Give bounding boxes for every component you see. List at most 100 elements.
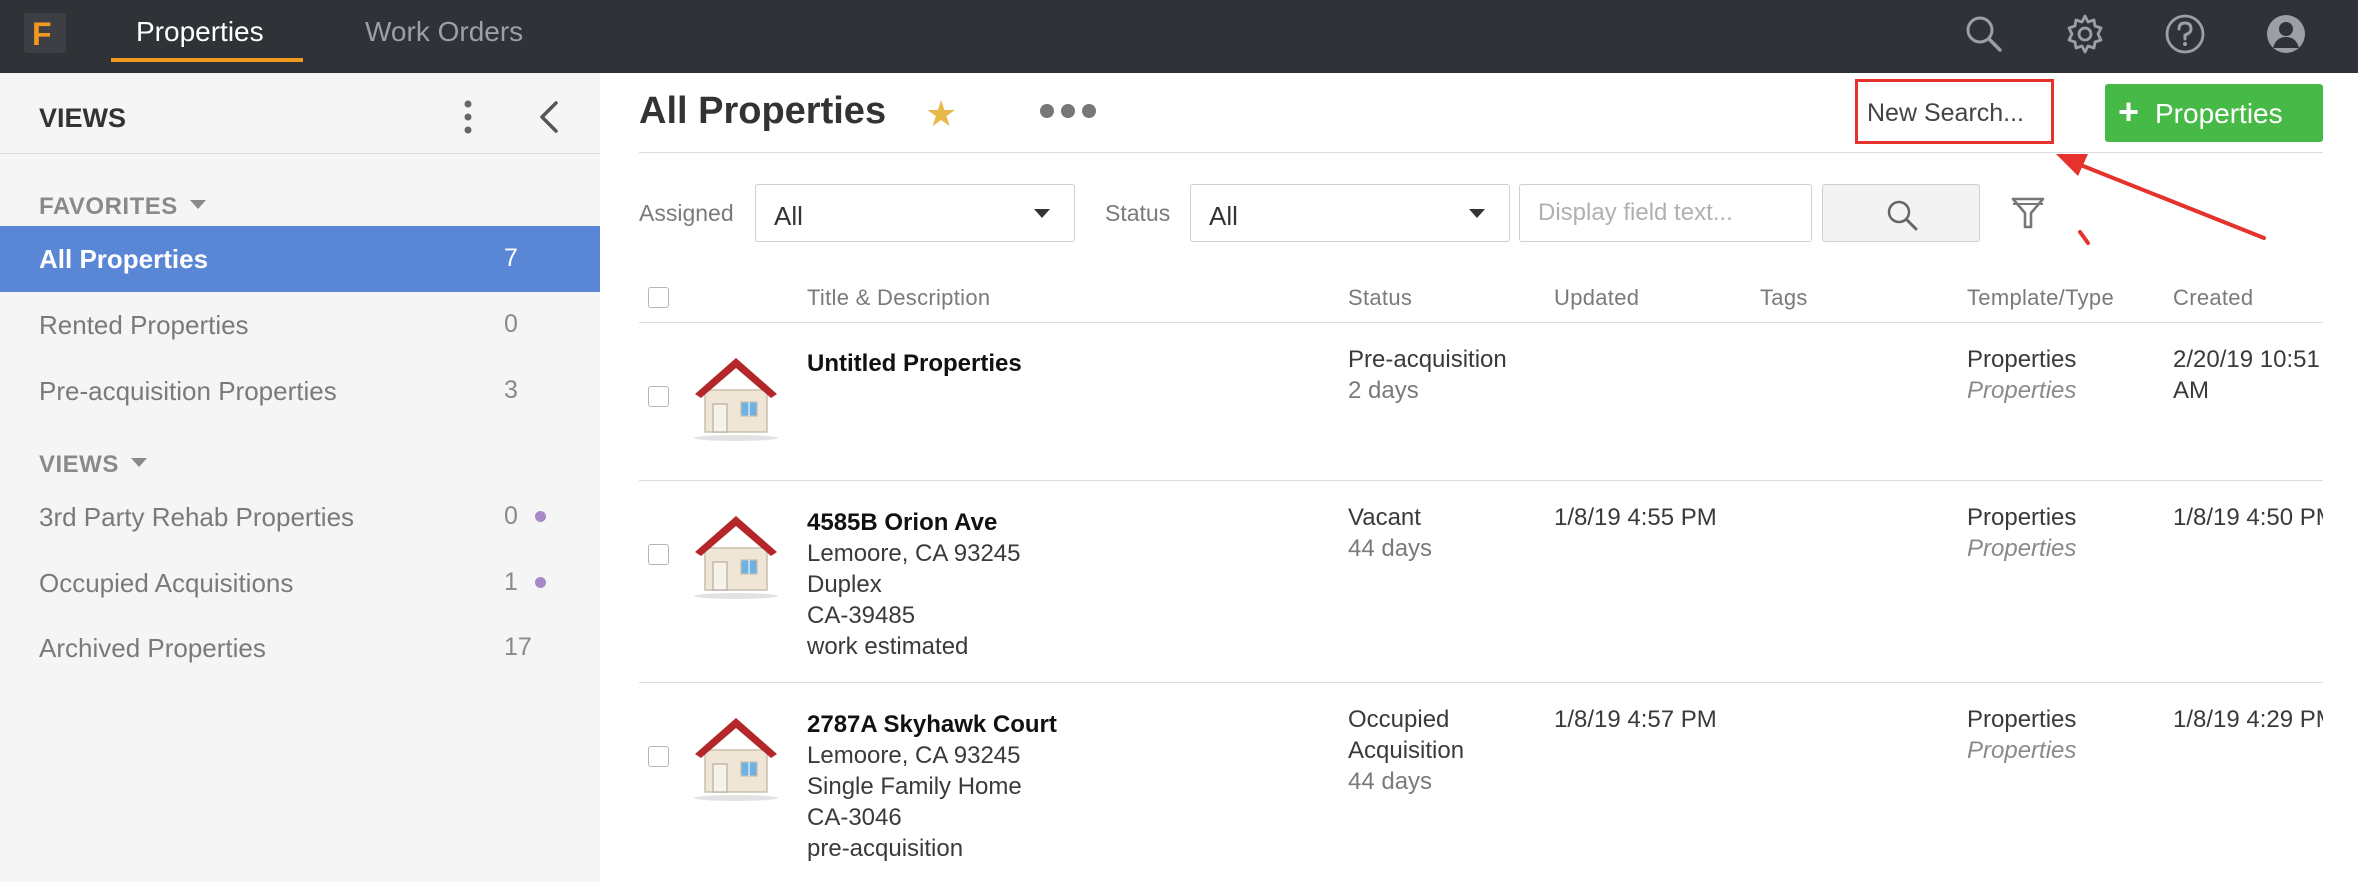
row-desc-line: Single Family Home <box>807 773 1022 800</box>
favorite-star-icon[interactable]: ★ <box>925 93 957 135</box>
status-text: Pre-acquisition <box>1348 346 1507 373</box>
more-options-icon[interactable] <box>1040 104 1106 124</box>
house-icon <box>694 358 778 441</box>
house-icon <box>694 516 778 599</box>
active-tab-underline <box>111 58 303 62</box>
sidebar-item-3rd-party-rehab[interactable]: 3rd Party Rehab Properties 0 <box>0 484 600 550</box>
sidebar-item-count: 7 <box>504 244 518 272</box>
sidebar-item-count: 17 <box>504 633 532 661</box>
row-title[interactable]: 2787A Skyhawk Court <box>807 709 1057 740</box>
vertical-more-icon[interactable] <box>458 95 478 139</box>
status-label: Status <box>1105 200 1171 226</box>
row-created-cell: 1/8/19 4:50 PM <box>2173 504 2323 531</box>
row-title-cell[interactable]: Untitled Properties <box>807 348 1022 379</box>
user-avatar-icon[interactable] <box>2264 12 2308 56</box>
row-title-cell[interactable]: 2787A Skyhawk Court Lemoore, CA 93245 Si… <box>807 709 1057 864</box>
sidebar-item-archived-properties[interactable]: Archived Properties 17 <box>0 615 600 681</box>
sidebar-item-label: Occupied Acquisitions <box>39 568 294 598</box>
new-search-button[interactable]: New Search... <box>1855 79 2054 144</box>
sidebar-item-count: 0 <box>504 502 518 530</box>
help-icon[interactable] <box>2163 12 2207 56</box>
tab-work-orders[interactable]: Work Orders <box>365 16 523 48</box>
add-button-label: Properties <box>2155 98 2283 129</box>
row-desc-line: Lemoore, CA 93245 <box>807 540 1021 567</box>
sidebar-item-label: Pre-acquisition Properties <box>39 376 337 406</box>
sidebar-item-all-properties[interactable]: All Properties 7 <box>0 226 600 292</box>
sidebar-item-count: 0 <box>504 310 518 338</box>
collapse-sidebar-icon[interactable] <box>532 99 568 135</box>
column-title-description[interactable]: Title & Description <box>807 285 990 311</box>
row-checkbox[interactable] <box>648 544 669 565</box>
sidebar: VIEWS FAVORITES All Properties 7 Rented … <box>0 73 600 882</box>
row-desc-line: Lemoore, CA 93245 <box>807 742 1021 769</box>
favorites-section-header[interactable]: FAVORITES <box>39 193 206 221</box>
plus-icon: + <box>2118 91 2140 132</box>
column-created[interactable]: Created <box>2173 285 2253 311</box>
search-icon <box>1887 200 1918 231</box>
sidebar-item-pre-acquisition-properties[interactable]: Pre-acquisition Properties 3 <box>0 358 600 424</box>
row-template-cell: Properties Properties <box>1967 344 2076 406</box>
add-properties-button[interactable]: + Properties <box>2105 84 2323 142</box>
header-divider <box>639 152 2323 153</box>
row-checkbox[interactable] <box>648 746 669 767</box>
sidebar-item-label: Archived Properties <box>39 633 266 663</box>
row-divider <box>639 480 2323 481</box>
chevron-down-icon <box>130 458 147 468</box>
search-icon[interactable] <box>1962 12 2006 56</box>
row-desc-line: pre-acquisition <box>807 835 964 862</box>
column-updated[interactable]: Updated <box>1554 285 1639 311</box>
row-desc-line: Duplex <box>807 571 882 598</box>
app-logo[interactable]: F <box>24 13 66 53</box>
logo-letter: F <box>32 16 52 52</box>
row-title[interactable]: Untitled Properties <box>807 348 1022 379</box>
favorites-label: FAVORITES <box>39 193 178 220</box>
filter-funnel-icon[interactable] <box>2010 193 2046 233</box>
row-updated-cell: 1/8/19 4:57 PM <box>1554 706 1717 733</box>
display-field-text-input[interactable] <box>1519 184 1812 242</box>
page-title: All Properties <box>639 90 887 132</box>
template-text: Properties <box>1967 346 2077 373</box>
type-text: Properties <box>1967 535 2077 562</box>
type-text: Properties <box>1967 737 2077 764</box>
status-age: 2 days <box>1348 377 1419 404</box>
sidebar-item-occupied-acquisitions[interactable]: Occupied Acquisitions 1 <box>0 550 600 616</box>
column-template-type[interactable]: Template/Type <box>1967 285 2114 311</box>
filter-search-button[interactable] <box>1822 184 1980 242</box>
sidebar-item-count: 3 <box>504 376 518 404</box>
template-text: Properties <box>1967 504 2077 531</box>
views-label: VIEWS <box>39 451 119 478</box>
row-title[interactable]: 4585B Orion Ave <box>807 507 1020 538</box>
dropdown-arrow-icon <box>1034 209 1050 218</box>
row-desc-line: CA-3046 <box>807 804 902 831</box>
status-value: All <box>1209 201 1238 231</box>
column-status[interactable]: Status <box>1348 285 1412 311</box>
row-divider <box>639 682 2323 683</box>
views-section-header[interactable]: VIEWS <box>39 451 147 479</box>
house-icon <box>694 718 778 801</box>
row-created-cell: 2/20/19 10:51 AM <box>2173 346 2320 404</box>
shared-view-dot <box>535 511 546 522</box>
row-title-cell[interactable]: 4585B Orion Ave Lemoore, CA 93245 Duplex… <box>807 507 1020 662</box>
shared-view-dot <box>535 577 546 588</box>
select-all-checkbox[interactable] <box>648 287 669 308</box>
status-age: 44 days <box>1348 535 1433 562</box>
row-created-cell: 1/8/19 4:29 PM <box>2173 706 2323 733</box>
row-updated-cell: 1/8/19 4:55 PM <box>1554 504 1717 531</box>
sidebar-item-label: 3rd Party Rehab Properties <box>39 502 355 532</box>
row-status-cell: Pre-acquisition 2 days <box>1348 344 1507 406</box>
status-select[interactable]: All <box>1190 184 1510 242</box>
tab-properties[interactable]: Properties <box>136 16 264 48</box>
type-text: Properties <box>1967 377 2077 404</box>
assigned-select[interactable]: All <box>755 184 1075 242</box>
top-nav-bar: F Properties Work Orders <box>0 0 2358 73</box>
column-tags[interactable]: Tags <box>1760 285 1808 311</box>
sidebar-item-count: 1 <box>504 568 518 596</box>
status-text: Vacant <box>1348 504 1421 531</box>
table-header-divider <box>639 322 2323 323</box>
new-search-label: New Search... <box>1867 99 2025 127</box>
row-checkbox[interactable] <box>648 386 669 407</box>
gear-icon[interactable] <box>2063 12 2107 56</box>
dropdown-arrow-icon <box>1469 209 1485 218</box>
assigned-value: All <box>774 201 803 231</box>
sidebar-item-rented-properties[interactable]: Rented Properties 0 <box>0 292 600 358</box>
